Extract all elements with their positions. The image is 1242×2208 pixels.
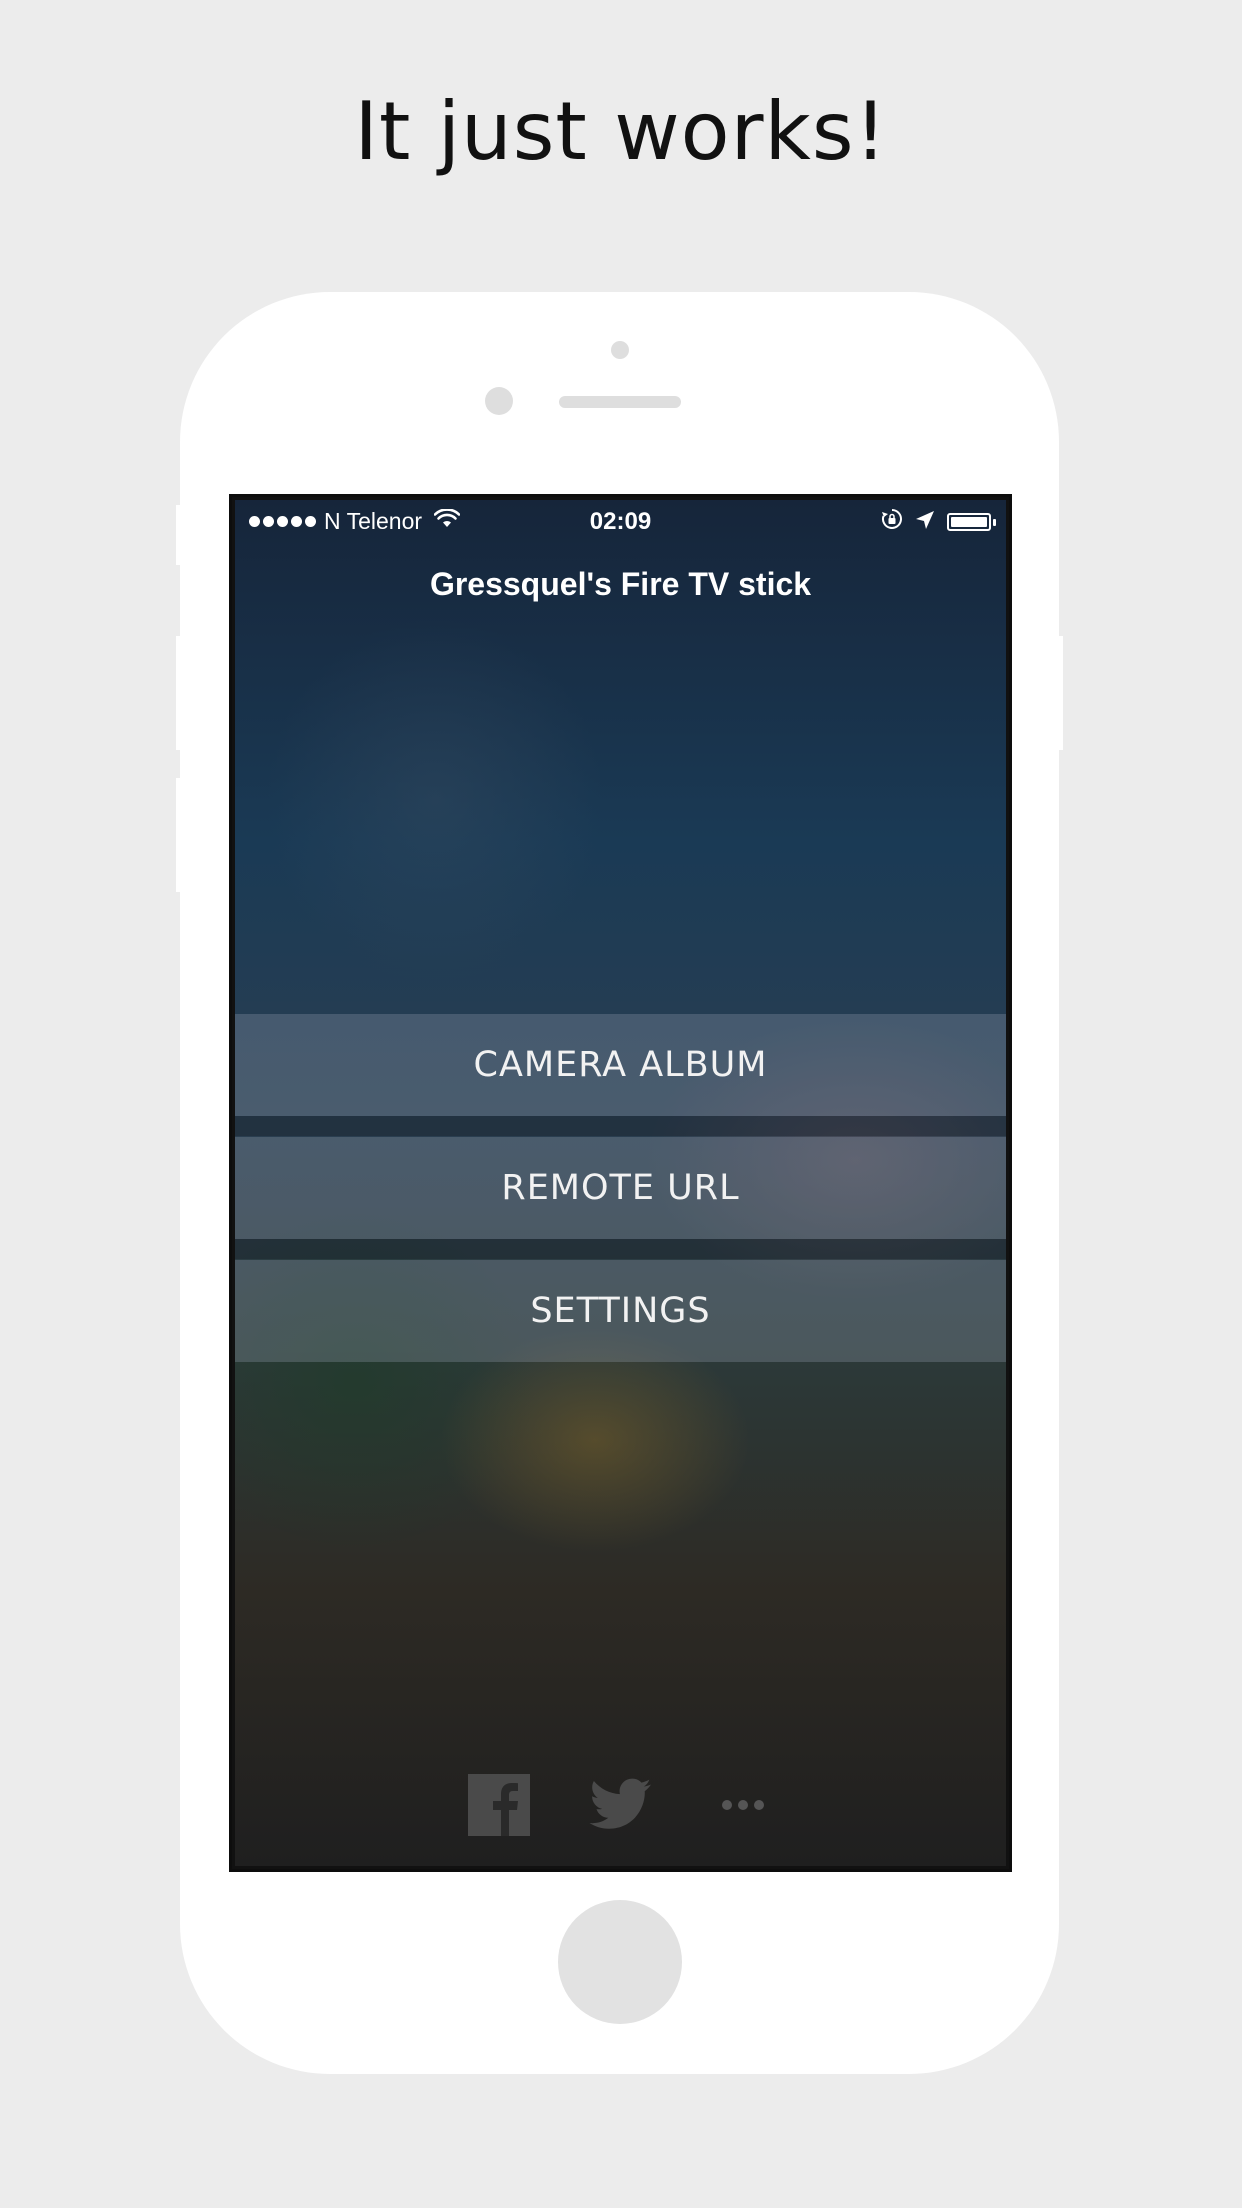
page-title: Gressquel's Fire TV stick bbox=[429, 566, 812, 602]
more-icon[interactable] bbox=[711, 1773, 775, 1837]
rotation-lock-icon bbox=[881, 508, 903, 536]
twitter-icon[interactable] bbox=[589, 1773, 653, 1837]
divider bbox=[235, 1116, 1006, 1136]
earpiece-speaker bbox=[559, 396, 681, 408]
social-bar bbox=[235, 1773, 1006, 1837]
settings-button[interactable]: SETTINGS bbox=[235, 1260, 1006, 1362]
divider bbox=[235, 1239, 1006, 1259]
battery-icon bbox=[947, 513, 991, 531]
phone-volume-down bbox=[176, 778, 184, 892]
proximity-sensor bbox=[485, 387, 513, 415]
phone-power-button bbox=[1055, 636, 1063, 750]
remote-url-button[interactable]: REMOTE URL bbox=[235, 1137, 1006, 1239]
home-button bbox=[558, 1900, 682, 2024]
camera-album-button[interactable]: CAMERA ALBUM bbox=[235, 1014, 1006, 1116]
status-bar: N Telenor 02:09 bbox=[235, 500, 1006, 540]
front-camera bbox=[611, 341, 629, 359]
battery-fill bbox=[951, 517, 987, 527]
app-background: N Telenor 02:09 Gressquel's Fire TV stic… bbox=[235, 500, 1006, 1866]
phone-volume-up bbox=[176, 636, 184, 750]
headline: It just works! bbox=[354, 85, 888, 178]
phone-screen: N Telenor 02:09 Gressquel's Fire TV stic… bbox=[229, 494, 1012, 1872]
location-arrow-icon bbox=[915, 509, 935, 536]
phone-mute-switch bbox=[176, 505, 184, 565]
facebook-icon[interactable] bbox=[467, 1773, 531, 1837]
